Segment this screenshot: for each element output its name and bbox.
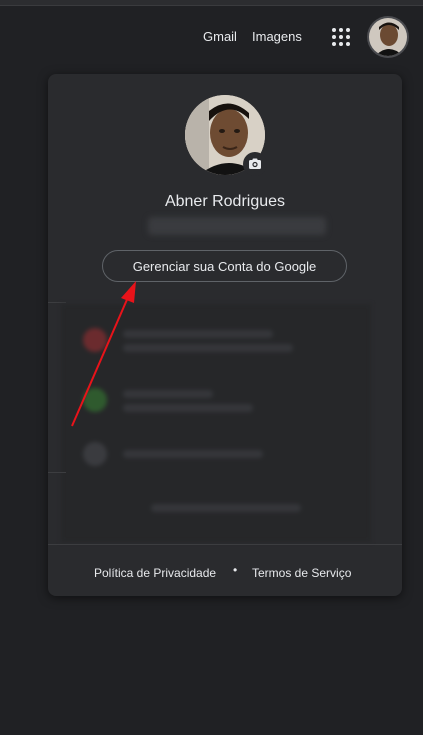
blurred-text xyxy=(123,404,253,412)
user-avatar-icon xyxy=(369,18,407,56)
manage-account-button[interactable]: Gerenciar sua Conta do Google xyxy=(102,250,347,282)
header-avatar-button[interactable] xyxy=(369,18,407,56)
blurred-text xyxy=(151,504,301,512)
blurred-signout-row[interactable] xyxy=(61,484,371,532)
blurred-account-avatar xyxy=(83,328,107,352)
apps-dot xyxy=(339,35,343,39)
blurred-text xyxy=(123,450,263,458)
images-link[interactable]: Imagens xyxy=(252,29,302,45)
apps-grid-icon[interactable] xyxy=(328,24,354,50)
account-card: Abner Rodrigues Gerenciar sua Conta do G… xyxy=(48,74,402,596)
divider xyxy=(48,302,66,303)
apps-dot xyxy=(346,35,350,39)
apps-dot xyxy=(332,42,336,46)
blurred-text xyxy=(123,330,273,338)
divider xyxy=(48,544,402,545)
apps-dot xyxy=(339,42,343,46)
user-email-redacted xyxy=(148,217,326,235)
blurred-text xyxy=(123,390,213,398)
user-name: Abner Rodrigues xyxy=(164,193,286,210)
blurred-account-row[interactable] xyxy=(61,316,371,364)
apps-dot xyxy=(332,28,336,32)
apps-dot xyxy=(346,42,350,46)
gmail-link[interactable]: Gmail xyxy=(203,29,237,45)
browser-top-edge xyxy=(0,0,423,6)
blurred-text xyxy=(123,344,293,352)
privacy-policy-link[interactable]: Política de Privacidade xyxy=(94,565,216,581)
apps-dot xyxy=(346,28,350,32)
footer-separator: • xyxy=(233,563,238,577)
blurred-account-avatar xyxy=(83,388,107,412)
blurred-add-account-row[interactable] xyxy=(61,430,371,478)
google-account-popup-screen: Gmail Imagens Abner Rodrigues Gerenciar … xyxy=(0,0,423,735)
terms-of-service-link[interactable]: Termos de Serviço xyxy=(252,565,351,581)
apps-dot xyxy=(332,35,336,39)
apps-dot xyxy=(339,28,343,32)
blurred-account-row[interactable] xyxy=(61,376,371,424)
divider xyxy=(48,472,66,473)
camera-icon xyxy=(249,158,261,169)
blurred-add-icon xyxy=(83,442,107,466)
blurred-accounts-list xyxy=(61,304,371,542)
change-photo-button[interactable] xyxy=(243,152,267,176)
